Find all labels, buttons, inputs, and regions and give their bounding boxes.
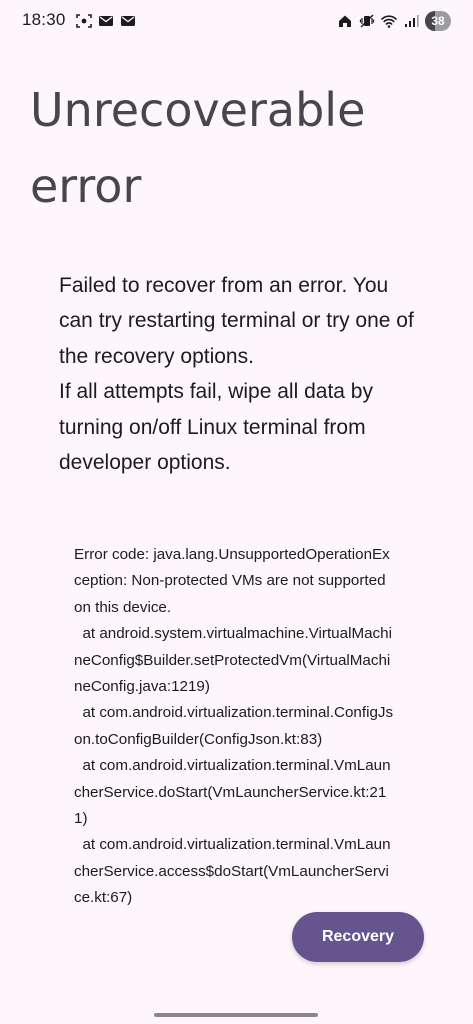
status-system-icons: 38 [337, 11, 451, 31]
recovery-button[interactable]: Recovery [292, 912, 424, 962]
error-message-line: If all attempts fail, wipe all data by t… [59, 380, 373, 475]
screenshot-icon [76, 13, 92, 29]
vibrate-icon [359, 13, 375, 29]
gmail-icon [98, 13, 114, 29]
page-title: Unrecoverable error [30, 83, 366, 214]
error-screen: 18:30 38 Unrecoverable error Failed to r… [0, 0, 473, 1024]
battery-indicator: 38 [425, 11, 451, 31]
error-message: Failed to recover from an error. You can… [59, 268, 419, 480]
battery-level: 38 [431, 14, 445, 28]
status-bar: 18:30 38 [0, 0, 473, 44]
signal-icon [403, 13, 419, 29]
home-icon [337, 13, 353, 29]
mail-icon [120, 13, 136, 29]
wifi-icon [381, 13, 397, 29]
status-notification-icons [76, 13, 136, 29]
error-message-line: Failed to recover from an error. You can… [59, 274, 414, 368]
gesture-navigation-bar[interactable] [154, 1013, 318, 1017]
status-time: 18:30 [22, 10, 66, 29]
